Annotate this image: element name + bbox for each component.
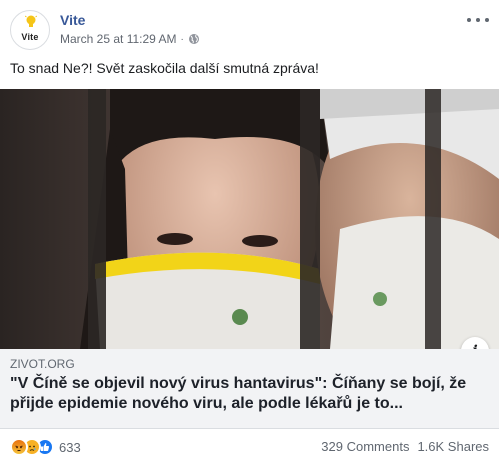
link-headline[interactable]: "V Číně se objevil nový virus hantavirus… <box>10 374 490 414</box>
angry-icon <box>10 438 28 456</box>
post-timestamp[interactable]: March 25 at 11:29 AM <box>60 32 177 46</box>
globe-icon[interactable] <box>188 33 200 45</box>
link-preview-card[interactable]: ZIVOT.ORG "V Číně se objevil nový virus … <box>0 349 499 429</box>
reactions-summary[interactable]: 633 <box>10 438 81 456</box>
avatar-brand-text: Vite <box>21 32 39 42</box>
post-meta: March 25 at 11:29 AM · <box>60 32 200 46</box>
post-footer: 633 329 Comments 1.6K Shares <box>0 429 499 467</box>
more-dot <box>467 18 471 22</box>
link-preview-image[interactable] <box>0 89 499 349</box>
page-name-link[interactable]: Vite <box>60 12 85 28</box>
meta-separator: · <box>180 33 184 45</box>
post-header: Vite Vite March 25 at 11:29 AM · <box>10 10 489 50</box>
more-dot <box>485 18 489 22</box>
reaction-count: 633 <box>59 439 81 455</box>
post-text: To snad Ne?! Svět zaskočila další smutná… <box>10 60 319 76</box>
engagement-stats: 329 Comments 1.6K Shares <box>321 439 489 454</box>
page-avatar[interactable]: Vite <box>10 10 50 50</box>
link-domain: ZIVOT.ORG <box>10 357 75 371</box>
more-options-icon[interactable] <box>467 12 489 28</box>
more-dot <box>476 18 480 22</box>
lightbulb-icon <box>25 15 37 27</box>
photo-illustration <box>0 89 499 349</box>
facebook-post: Vite Vite March 25 at 11:29 AM · To snad… <box>0 0 499 467</box>
comments-count-link[interactable]: 329 Comments <box>321 439 409 454</box>
shares-count-link[interactable]: 1.6K Shares <box>417 439 489 454</box>
